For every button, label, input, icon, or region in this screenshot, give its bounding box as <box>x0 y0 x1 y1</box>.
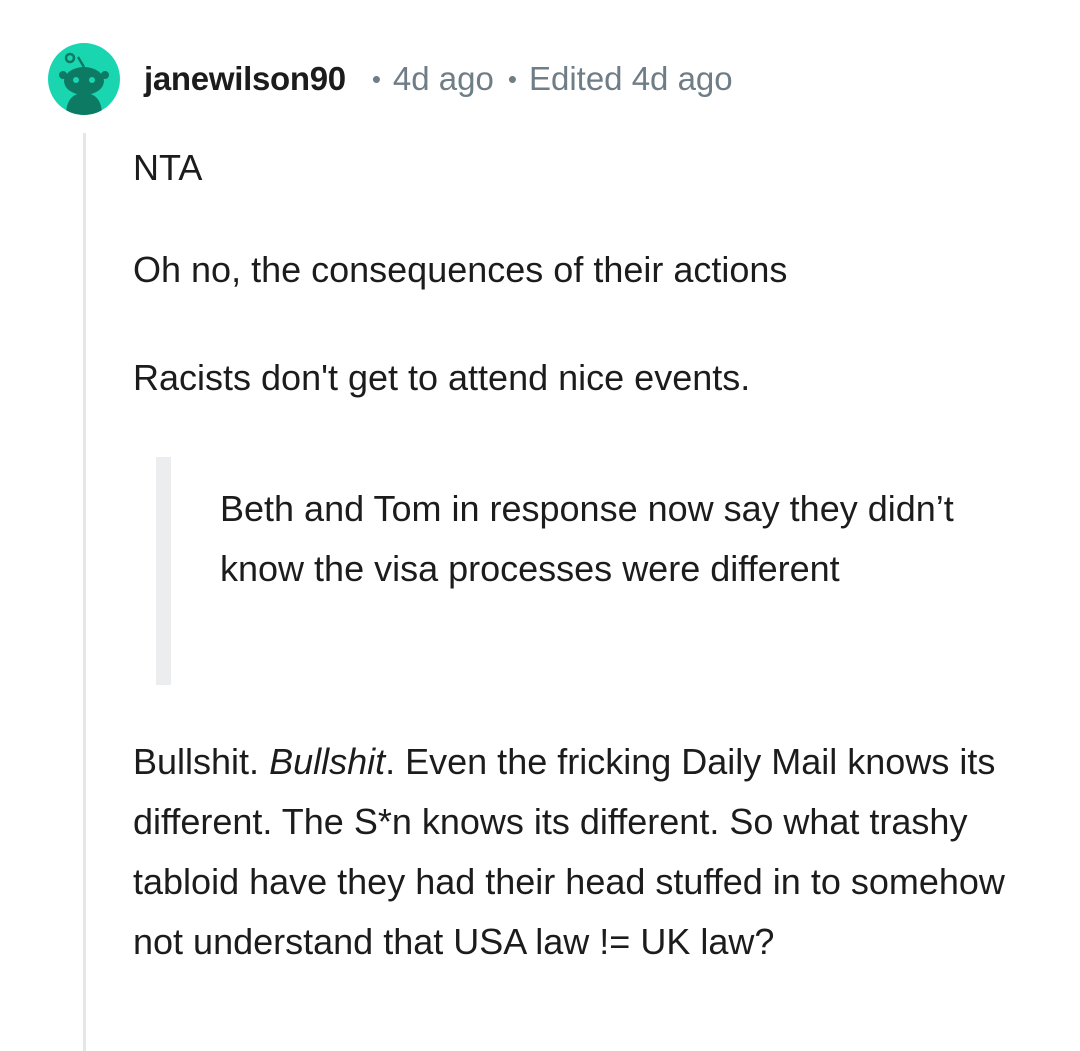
comment-header: janewilson90 • 4d ago • Edited 4d ago <box>144 56 733 102</box>
reddit-snoo-avatar-icon <box>59 52 109 115</box>
edited-label: Edited 4d ago <box>528 60 733 97</box>
comment-paragraph: Oh no, the consequences of their actions <box>133 249 788 290</box>
comment: janewilson90 • 4d ago • Edited 4d ago NT… <box>0 0 1080 1051</box>
comment-paragraph: Racists don't get to attend nice events. <box>133 357 751 398</box>
comment-age[interactable]: 4d ago <box>393 60 494 98</box>
blockquote: Beth and Tom in response now say they di… <box>156 457 956 685</box>
verdict-text: NTA <box>133 147 203 188</box>
blockquote-bar <box>156 457 171 685</box>
italic-text: Bullshit <box>269 741 386 782</box>
comment-paragraph: Bullshit. Bullshit. Even the fricking Da… <box>133 732 1038 972</box>
separator-dot: • <box>371 63 381 94</box>
text-run: Bullshit. <box>133 741 270 782</box>
username[interactable]: janewilson90 <box>144 60 346 98</box>
thread-collapse-line[interactable] <box>83 133 86 1051</box>
blockquote-text: Beth and Tom in response now say they di… <box>220 488 954 589</box>
separator-dot: • <box>507 63 517 94</box>
avatar[interactable] <box>48 43 120 115</box>
